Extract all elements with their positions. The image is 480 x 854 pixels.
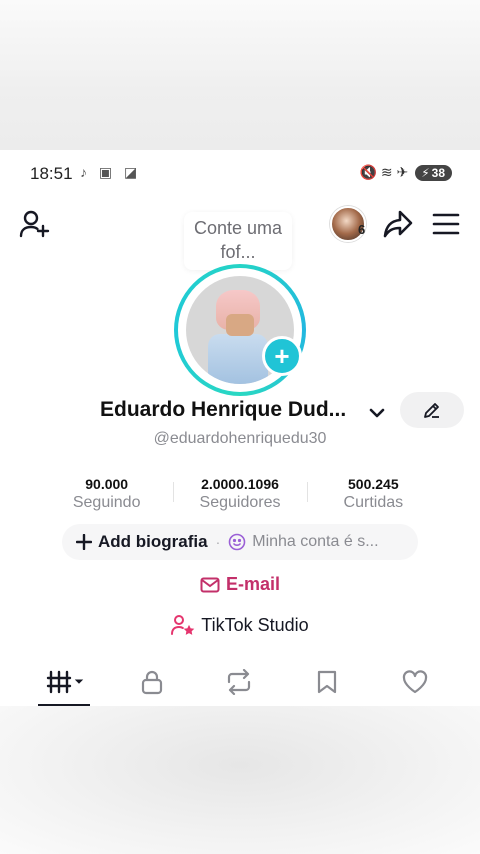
bio-hint: Minha conta é s... xyxy=(252,533,379,550)
display-name[interactable]: Eduardo Henrique Dud... xyxy=(100,398,346,422)
email-label: E-mail xyxy=(225,574,281,594)
battery-level: 38 xyxy=(431,165,445,180)
bookmark-icon xyxy=(317,670,337,694)
smiley-icon xyxy=(228,533,246,551)
plus-icon xyxy=(76,534,92,550)
stat-likes[interactable]: 500.245 Curtidas xyxy=(306,476,440,516)
stat-value: 2.0000.1096 xyxy=(201,476,279,492)
add-photo-button[interactable]: + xyxy=(262,336,302,376)
studio-user-star-icon xyxy=(171,615,195,635)
stat-label: Seguidores xyxy=(199,494,281,511)
heart-icon xyxy=(402,670,428,694)
add-bio-button[interactable]: Add biografia · Minha conta é s... xyxy=(62,524,418,560)
tab-reposts[interactable] xyxy=(219,666,259,698)
stat-followers[interactable]: 2.0000.1096 Seguidores xyxy=(173,476,306,516)
email-link[interactable]: E-mail xyxy=(0,574,480,595)
add-bio-label: Add biografia xyxy=(98,532,208,551)
share-icon[interactable] xyxy=(380,206,416,242)
edit-profile-button[interactable] xyxy=(400,392,464,428)
active-tab-indicator xyxy=(38,704,90,706)
charging-bolt-icon: ⚡ xyxy=(421,165,430,180)
grid-icon xyxy=(46,670,84,694)
status-right-group: 🔇 ≋ ✈ ⚡ 38 xyxy=(360,164,452,181)
chevron-down-icon[interactable] xyxy=(366,402,388,424)
stat-label: Curtidas xyxy=(343,494,404,511)
avatar-face xyxy=(226,314,254,336)
tab-liked[interactable] xyxy=(395,666,435,698)
profile-stats: 90.000 Seguindo 2.0000.1096 Seguidores 5… xyxy=(40,476,440,516)
stat-value: 500.245 xyxy=(348,476,399,492)
tab-saved[interactable] xyxy=(307,666,347,698)
username: @eduardohenriquedu30 xyxy=(153,430,327,447)
tiktok-profile-screen: 18:51 ♪ ▣ ◪ 🔇 ≋ ✈ ⚡ 38 Conte uma fof... … xyxy=(0,150,480,706)
stat-label: Seguindo xyxy=(72,494,141,511)
status-notification-icons: ♪ ▣ ◪ xyxy=(80,164,142,180)
blurred-background-top xyxy=(0,0,480,150)
menu-icon[interactable] xyxy=(428,208,464,240)
blurred-background-bottom xyxy=(0,706,480,854)
add-friend-icon[interactable] xyxy=(16,206,52,242)
status-system-icons: 🔇 ≋ ✈ xyxy=(359,164,409,180)
repost-icon xyxy=(227,669,251,695)
pencil-icon xyxy=(424,403,439,418)
stat-following[interactable]: 90.000 Seguindo xyxy=(40,476,173,516)
battery-icon: ⚡ 38 xyxy=(415,164,452,181)
tab-private[interactable] xyxy=(132,666,172,698)
story-count: 6 xyxy=(358,222,366,237)
mail-icon xyxy=(200,577,220,592)
stat-value: 90.000 xyxy=(85,476,129,492)
avatar-body xyxy=(208,334,268,384)
note-bubble[interactable]: Conte uma fof... xyxy=(184,212,292,270)
profile-avatar[interactable] xyxy=(174,264,306,396)
status-time: 18:51 xyxy=(30,164,73,183)
bio-separator: · xyxy=(215,534,221,550)
profile-tabbar xyxy=(0,662,480,706)
tiktok-studio-link[interactable]: TikTok Studio xyxy=(0,614,480,636)
lock-icon xyxy=(141,670,163,695)
studio-label: TikTok Studio xyxy=(201,614,309,635)
tab-videos[interactable] xyxy=(44,666,84,698)
